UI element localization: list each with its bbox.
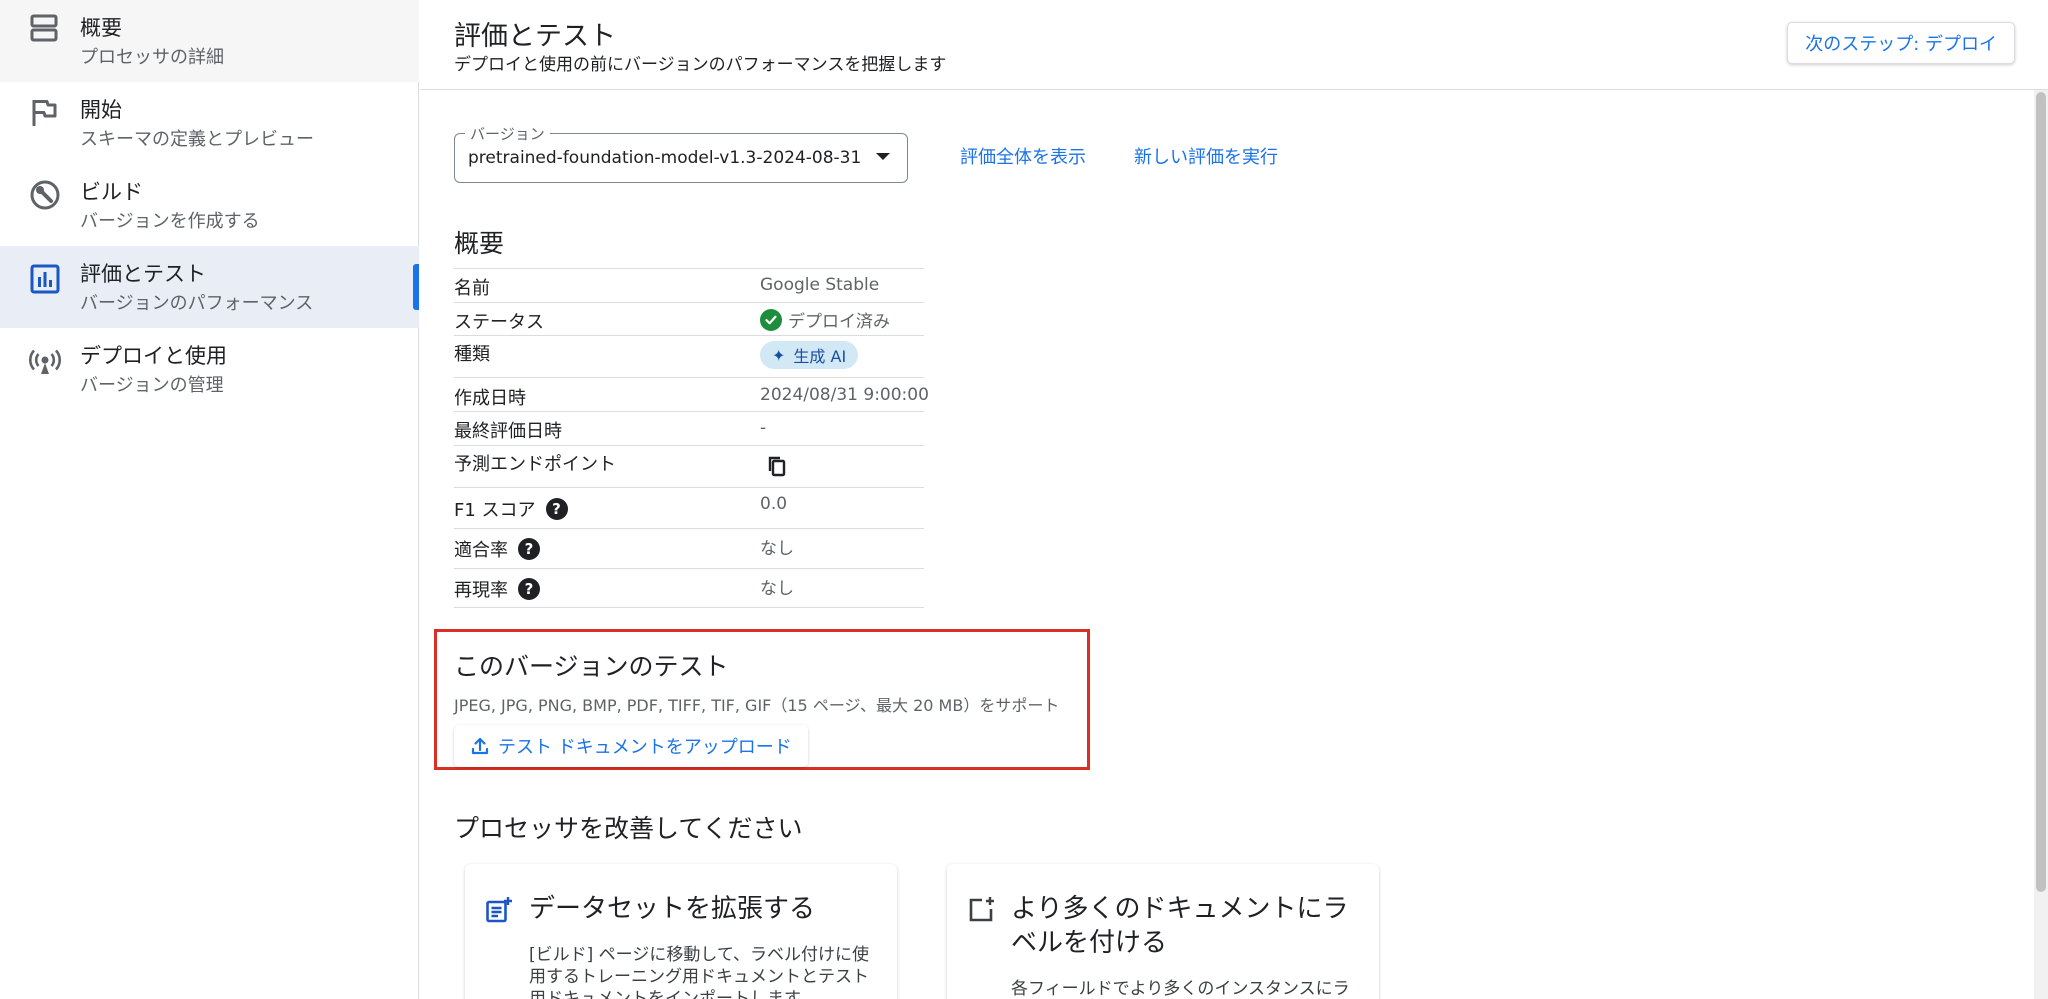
sidebar-item-subtitle: バージョンの管理 bbox=[80, 375, 224, 396]
generative-ai-chip: ✦ 生成 AI bbox=[760, 341, 859, 369]
sidebar-item-subtitle: スキーマの定義とプレビュー bbox=[80, 129, 314, 150]
sidebar-item-title: デプロイと使用 bbox=[80, 344, 227, 368]
sidebar-item-subtitle: バージョンのパフォーマンス bbox=[80, 293, 314, 314]
row-key: 種類 bbox=[454, 344, 490, 365]
type-value: ✦ 生成 AI bbox=[760, 341, 859, 369]
status-value: デプロイ済み bbox=[760, 307, 890, 332]
row-value: なし bbox=[760, 579, 794, 599]
copy-icon bbox=[768, 456, 786, 477]
row-key: 作成日時 bbox=[454, 388, 526, 409]
page-title: 評価とテスト bbox=[454, 21, 616, 52]
table-row: 名前 Google Stable bbox=[454, 268, 924, 302]
card-body: [ビルド] ページに移動して、ラベル付けに使用するトレーニング用ドキュメントとテ… bbox=[529, 945, 869, 999]
row-key: 予測エンドポイント bbox=[454, 454, 616, 475]
sidebar-item-overview[interactable]: 概要 プロセッサの詳細 bbox=[0, 0, 419, 82]
f1-score-label: F1 スコア bbox=[454, 500, 536, 521]
table-row: F1 スコア ? 0.0 bbox=[454, 487, 924, 528]
row-value: - bbox=[760, 418, 767, 438]
add-document-icon bbox=[485, 896, 513, 924]
row-value: 0.0 bbox=[760, 494, 788, 514]
table-row: 種類 ✦ 生成 AI bbox=[454, 335, 924, 377]
overview-title: 概要 bbox=[454, 229, 505, 258]
upload-button-label: テスト ドキュメントをアップロード bbox=[498, 737, 792, 758]
sidebar-item-start[interactable]: 開始 スキーマの定義とプレビュー bbox=[0, 82, 419, 164]
copy-endpoint-button[interactable] bbox=[766, 454, 788, 478]
scrollbar[interactable] bbox=[2034, 90, 2048, 999]
scrollbar-thumb[interactable] bbox=[2036, 92, 2046, 892]
version-select-value: pretrained-foundation-model-v1.3-2024-08… bbox=[468, 148, 862, 168]
expand-dataset-card[interactable]: データセットを拡張する [ビルド] ページに移動して、ラベル付けに使用するトレー… bbox=[465, 864, 897, 999]
card-body: 各フィールドでより多くのインスタンスにラ bbox=[1011, 979, 1350, 999]
run-new-evaluation-link[interactable]: 新しい評価を実行 bbox=[1134, 143, 1278, 169]
version-select-label: バージョン bbox=[465, 123, 550, 144]
row-value: Google Stable bbox=[760, 275, 880, 295]
flag-icon bbox=[28, 96, 62, 130]
label-more-documents-card[interactable]: より多くのドキュメントにラベルを付ける 各フィールドでより多くのインスタンスにラ bbox=[947, 864, 1379, 999]
improve-section-title: プロセッサを改善してください bbox=[454, 814, 803, 843]
sidebar-item-title: 開始 bbox=[80, 98, 122, 122]
row-key: F1 スコア ? bbox=[454, 496, 568, 522]
table-row: ステータス デプロイ済み bbox=[454, 302, 924, 335]
row-key: 最終評価日時 bbox=[454, 421, 562, 442]
check-circle-icon bbox=[760, 308, 782, 331]
row-key: 適合率 ? bbox=[454, 536, 540, 562]
upload-icon bbox=[471, 737, 489, 755]
sparkle-icon: ✦ bbox=[772, 345, 786, 365]
table-row: 再現率 ? なし bbox=[454, 568, 924, 608]
add-label-icon bbox=[967, 896, 995, 924]
sidebar-item-evaluate[interactable]: 評価とテスト バージョンのパフォーマンス bbox=[0, 246, 419, 328]
upload-test-document-button[interactable]: テスト ドキュメントをアップロード bbox=[454, 725, 808, 767]
card-title: より多くのドキュメントにラベルを付ける bbox=[1011, 894, 1349, 958]
sidebar-item-deploy[interactable]: デプロイと使用 バージョンの管理 bbox=[0, 328, 419, 410]
page-header: 評価とテスト デプロイと使用の前にバージョンのパフォーマンスを把握します 次のス… bbox=[420, 0, 2048, 90]
precision-label: 適合率 bbox=[454, 540, 508, 561]
chip-label: 生成 AI bbox=[793, 347, 847, 366]
bar-chart-icon bbox=[28, 262, 62, 296]
help-icon[interactable]: ? bbox=[518, 578, 540, 600]
sidebar-item-title: ビルド bbox=[80, 180, 143, 204]
broadcast-icon bbox=[28, 344, 62, 378]
version-select[interactable]: バージョン pretrained-foundation-model-v1.3-2… bbox=[454, 123, 908, 183]
dropdown-arrow-icon bbox=[876, 153, 890, 160]
row-value: 2024/08/31 9:00:00 bbox=[760, 385, 929, 405]
test-version-section: このバージョンのテスト JPEG, JPG, PNG, BMP, PDF, TI… bbox=[434, 629, 1090, 770]
sidebar-item-title: 概要 bbox=[80, 16, 122, 40]
overview-icon bbox=[28, 12, 62, 46]
overview-table: 名前 Google Stable ステータス デプロイ済み 種類 ✦ 生成 AI… bbox=[454, 268, 929, 608]
sidebar-item-build[interactable]: ビルド バージョンを作成する bbox=[0, 164, 419, 246]
help-icon[interactable]: ? bbox=[518, 538, 540, 560]
test-section-title: このバージョンのテスト bbox=[454, 652, 729, 681]
help-icon[interactable]: ? bbox=[545, 498, 568, 520]
view-all-evaluations-link[interactable]: 評価全体を表示 bbox=[960, 143, 1086, 169]
sidebar-item-subtitle: プロセッサの詳細 bbox=[80, 47, 224, 68]
page-subtitle: デプロイと使用の前にバージョンのパフォーマンスを把握します bbox=[454, 55, 947, 75]
row-key: 名前 bbox=[454, 278, 490, 299]
row-key: 再現率 ? bbox=[454, 576, 540, 602]
table-row: 作成日時 2024/08/31 9:00:00 bbox=[454, 377, 929, 411]
active-indicator bbox=[413, 264, 419, 310]
table-row: 予測エンドポイント bbox=[454, 445, 924, 487]
row-key: ステータス bbox=[454, 312, 544, 333]
sidebar: 概要 プロセッサの詳細 開始 スキーマの定義とプレビュー ビルド バージョンを作… bbox=[0, 0, 419, 999]
next-step-deploy-button[interactable]: 次のステップ: デプロイ bbox=[1787, 22, 2015, 64]
table-row: 最終評価日時 - bbox=[454, 411, 924, 445]
sidebar-item-subtitle: バージョンを作成する bbox=[80, 211, 260, 232]
status-text: デプロイ済み bbox=[788, 312, 890, 332]
build-icon bbox=[28, 178, 62, 212]
recall-label: 再現率 bbox=[454, 580, 508, 601]
row-value: なし bbox=[760, 539, 794, 559]
table-row: 適合率 ? なし bbox=[454, 528, 924, 568]
sidebar-item-title: 評価とテスト bbox=[80, 262, 206, 286]
supported-formats-text: JPEG, JPG, PNG, BMP, PDF, TIFF, TIF, GIF… bbox=[454, 696, 1060, 715]
card-title: データセットを拡張する bbox=[529, 894, 816, 924]
